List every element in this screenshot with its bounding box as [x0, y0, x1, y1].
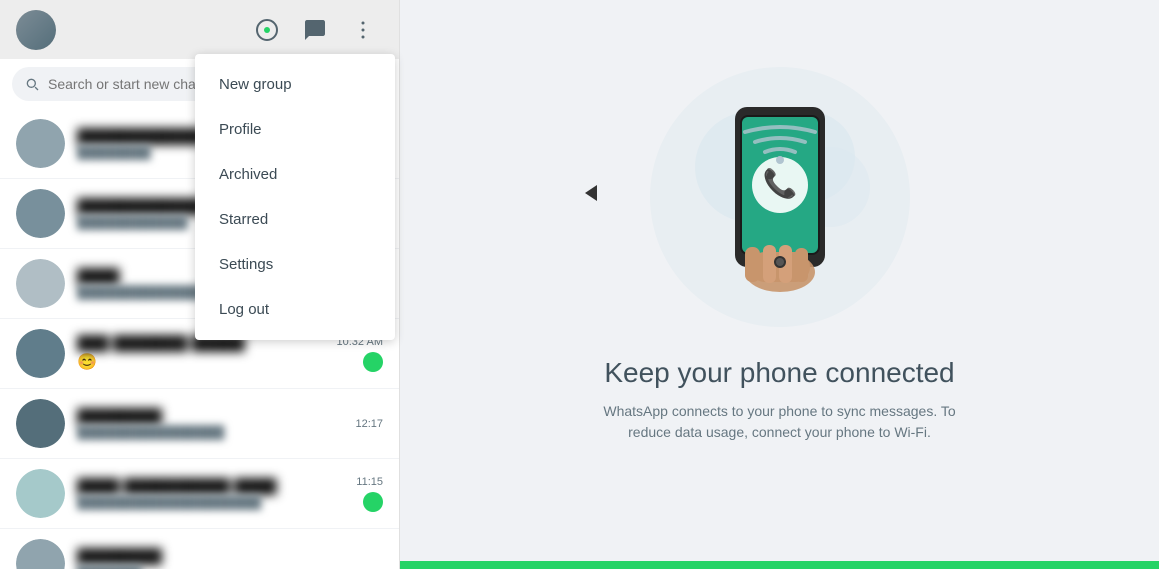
new-chat-button[interactable] [295, 10, 335, 50]
search-icon [24, 76, 40, 92]
chat-avatar [16, 119, 65, 168]
avatar-placeholder [16, 539, 65, 569]
chat-avatar [16, 539, 65, 569]
chat-name: ████████ [77, 408, 343, 425]
chat-preview: ███████ [77, 565, 383, 569]
chat-info: ████ ██████████ ████ ███████████████████… [77, 478, 344, 510]
menu-item-profile[interactable]: Profile [195, 107, 395, 152]
more-vertical-icon [351, 18, 375, 42]
chat-preview: ████████████████████ [77, 495, 344, 510]
avatar-placeholder [16, 469, 65, 518]
status-button[interactable] [247, 10, 287, 50]
chat-preview: ████████████████ [77, 425, 343, 440]
avatar-placeholder [16, 119, 65, 168]
new-chat-icon [303, 18, 327, 42]
phone-illustration: 📞 [650, 67, 910, 327]
user-avatar[interactable] [16, 10, 56, 50]
main-panel: 📞 Keep your phone connected Wh [400, 0, 1159, 569]
chat-item[interactable]: ████ ██████████ ████ ███████████████████… [0, 459, 399, 529]
chat-item[interactable]: ████████ ████████████████ 12:17 [0, 389, 399, 459]
mouse-cursor [585, 185, 597, 201]
chat-avatar [16, 469, 65, 518]
chat-meta: 10:32 AM [337, 336, 383, 372]
sidebar-header: New group Profile Archived Starred Setti… [0, 0, 399, 59]
avatar-placeholder [16, 189, 65, 238]
chat-meta: 11:15 [356, 476, 383, 512]
unread-badge [363, 352, 383, 372]
chat-avatar [16, 259, 65, 308]
sidebar: New group Profile Archived Starred Setti… [0, 0, 400, 569]
menu-item-archived[interactable]: Archived [195, 152, 395, 197]
avatar-placeholder [16, 259, 65, 308]
chat-info: ███ ███████ █████ 😊 [77, 335, 325, 372]
menu-item-settings[interactable]: Settings [195, 242, 395, 287]
chat-time: 11:15 [356, 476, 383, 488]
menu-item-logout[interactable]: Log out [195, 287, 395, 332]
dropdown-menu: New group Profile Archived Starred Setti… [195, 54, 395, 340]
chat-avatar [16, 189, 65, 238]
chat-name: ████ ██████████ ████ [77, 478, 344, 495]
chat-meta: 12:17 [355, 418, 383, 430]
unread-badge [363, 492, 383, 512]
chat-avatar [16, 329, 65, 378]
chat-preview: 😊 [77, 352, 325, 372]
menu-item-new-group[interactable]: New group [195, 62, 395, 107]
main-subtitle: WhatsApp connects to your phone to sync … [590, 401, 970, 443]
main-content: 📞 Keep your phone connected Wh [590, 0, 970, 569]
chat-info: ████████ ███████ [77, 548, 383, 569]
avatar-placeholder [16, 399, 65, 448]
menu-item-starred[interactable]: Starred [195, 197, 395, 242]
main-title: Keep your phone connected [604, 357, 954, 389]
svg-text:📞: 📞 [762, 165, 797, 200]
more-options-button[interactable] [343, 10, 383, 50]
chat-time: 12:17 [355, 418, 383, 430]
header-icons [247, 10, 383, 50]
bottom-bar [400, 561, 1159, 569]
chat-item[interactable]: ████████ ███████ [0, 529, 399, 569]
chat-avatar [16, 399, 65, 448]
chat-name: ████████ [77, 548, 383, 565]
avatar-placeholder [16, 329, 65, 378]
chat-info: ████████ ████████████████ [77, 408, 343, 440]
phone-svg: 📞 [670, 77, 890, 317]
refresh-icon [255, 18, 279, 42]
